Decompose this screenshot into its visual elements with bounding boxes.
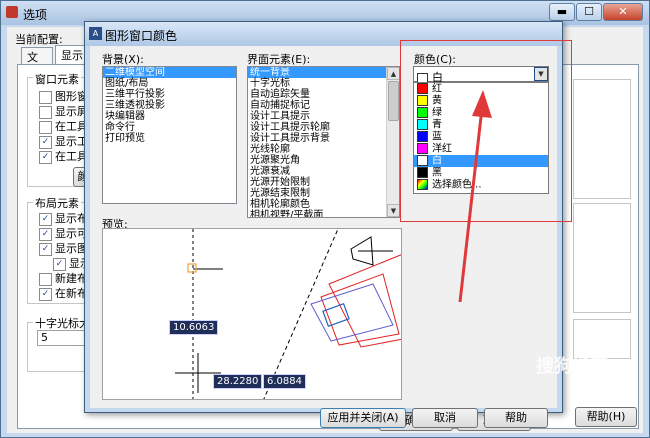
dialog-title: 图形窗口颜色 xyxy=(105,29,178,43)
checkbox[interactable] xyxy=(39,120,52,134)
list-item[interactable]: 光源开始限制 xyxy=(248,177,386,188)
checkbox-checked[interactable]: ✓ xyxy=(53,257,66,271)
maximize-icon: ☐ xyxy=(584,5,594,18)
dialog-app-icon: A xyxy=(89,27,102,40)
checkbox-checked[interactable]: ✓ xyxy=(39,135,52,149)
list-item[interactable]: 光源聚光角 xyxy=(248,155,386,166)
list-item[interactable]: 统一背景 xyxy=(248,67,386,78)
context-listbox[interactable]: 二维模型空间 图纸/布局 三维平行投影 三维透视投影 块编辑器 命令行 打印预览 xyxy=(102,66,237,204)
checkbox-checked[interactable]: ✓ xyxy=(39,150,52,164)
interface-element-label: 界面元素(E): xyxy=(247,53,311,66)
help-button[interactable]: 帮助(H) xyxy=(575,407,637,427)
checkbox[interactable] xyxy=(39,105,52,119)
coordinate-tooltip: 10.6063 xyxy=(169,320,219,335)
list-item[interactable]: 自动捕捉标记 xyxy=(248,100,386,111)
interface-element-items: 统一背景 十字光标 自动追踪矢量 自动捕捉标记 设计工具提示 设计工具提示轮廓 … xyxy=(248,67,386,217)
list-item[interactable]: 自动追踪矢量 xyxy=(248,89,386,100)
checkbox[interactable] xyxy=(39,90,52,104)
list-item[interactable]: 设计工具提示 xyxy=(248,111,386,122)
checkbox-checked[interactable]: ✓ xyxy=(39,242,52,256)
list-item[interactable]: 十字光标 xyxy=(248,78,386,89)
list-item[interactable]: 打印预览 xyxy=(103,133,236,144)
interface-list-scrollbar[interactable]: ▲ ▼ xyxy=(386,67,399,217)
checkbox-checked[interactable]: ✓ xyxy=(39,227,52,241)
list-item[interactable]: 图纸/布局 xyxy=(103,78,236,89)
list-item[interactable]: 二维模型空间 xyxy=(103,67,236,78)
display-performance-group xyxy=(573,203,631,313)
list-item[interactable]: 三维透视投影 xyxy=(103,100,236,111)
list-item[interactable]: 相机视野/平截面 xyxy=(248,210,386,217)
arrow-head xyxy=(472,90,492,118)
autosnap-marker xyxy=(187,263,197,273)
list-item[interactable]: 块编辑器 xyxy=(103,111,236,122)
list-item[interactable]: 三维平行投影 xyxy=(103,89,236,100)
checkbox[interactable] xyxy=(39,272,52,286)
checkbox-checked[interactable]: ✓ xyxy=(39,212,52,226)
list-item[interactable]: 光源结束限制 xyxy=(248,188,386,199)
scroll-up-icon[interactable]: ▲ xyxy=(387,67,399,80)
preview-panel: 10.6063 28.2280 6.0884 xyxy=(102,228,402,400)
close-icon: ✕ xyxy=(618,5,628,18)
layout-elements-heading: 布局元素 xyxy=(33,195,81,211)
display-resolution-group xyxy=(573,79,631,199)
annotation-arrow xyxy=(458,90,492,303)
watermark: 搜狗指南 xyxy=(536,356,608,377)
coordinate-tooltip: 6.0884 xyxy=(263,374,306,389)
arrow-shaft xyxy=(458,107,484,303)
light-falloff xyxy=(320,273,400,346)
app-icon xyxy=(6,6,18,18)
minimize-icon: ▬ xyxy=(556,5,568,18)
light-cone xyxy=(328,254,401,348)
minimize-button[interactable]: ▬ xyxy=(549,3,575,21)
checkbox-checked[interactable]: ✓ xyxy=(39,287,52,301)
window-elements-heading: 窗口元素 xyxy=(33,71,81,87)
list-item[interactable]: 设计工具提示背景 xyxy=(248,133,386,144)
scroll-thumb[interactable] xyxy=(388,81,399,121)
list-item[interactable]: 光线轮廓 xyxy=(248,144,386,155)
maximize-button[interactable]: ☐ xyxy=(576,3,602,21)
context-label: 背景(X): xyxy=(102,53,144,66)
tab-files[interactable]: 文件 xyxy=(21,47,53,80)
list-item[interactable]: 光源衰减 xyxy=(248,166,386,177)
interface-element-listbox[interactable]: 统一背景 十字光标 自动追踪矢量 自动捕捉标记 设计工具提示 设计工具提示轮廓 … xyxy=(247,66,400,218)
crosshair-size-input[interactable]: 5 xyxy=(37,330,87,346)
list-item[interactable]: 命令行 xyxy=(103,122,236,133)
dialog-help-button[interactable]: 帮助 xyxy=(484,408,548,428)
apply-close-button[interactable]: 应用并关闭(A) xyxy=(320,408,406,428)
scroll-down-icon[interactable]: ▼ xyxy=(387,204,399,217)
list-item[interactable]: 相机轮廓颜色 xyxy=(248,199,386,210)
window-title: 选项 xyxy=(23,8,48,22)
coordinate-tooltip: 28.2280 xyxy=(213,374,263,389)
list-item[interactable]: 设计工具提示轮廓 xyxy=(248,122,386,133)
close-button[interactable]: ✕ xyxy=(603,3,643,21)
dialog-cancel-button[interactable]: 取消 xyxy=(412,408,478,428)
